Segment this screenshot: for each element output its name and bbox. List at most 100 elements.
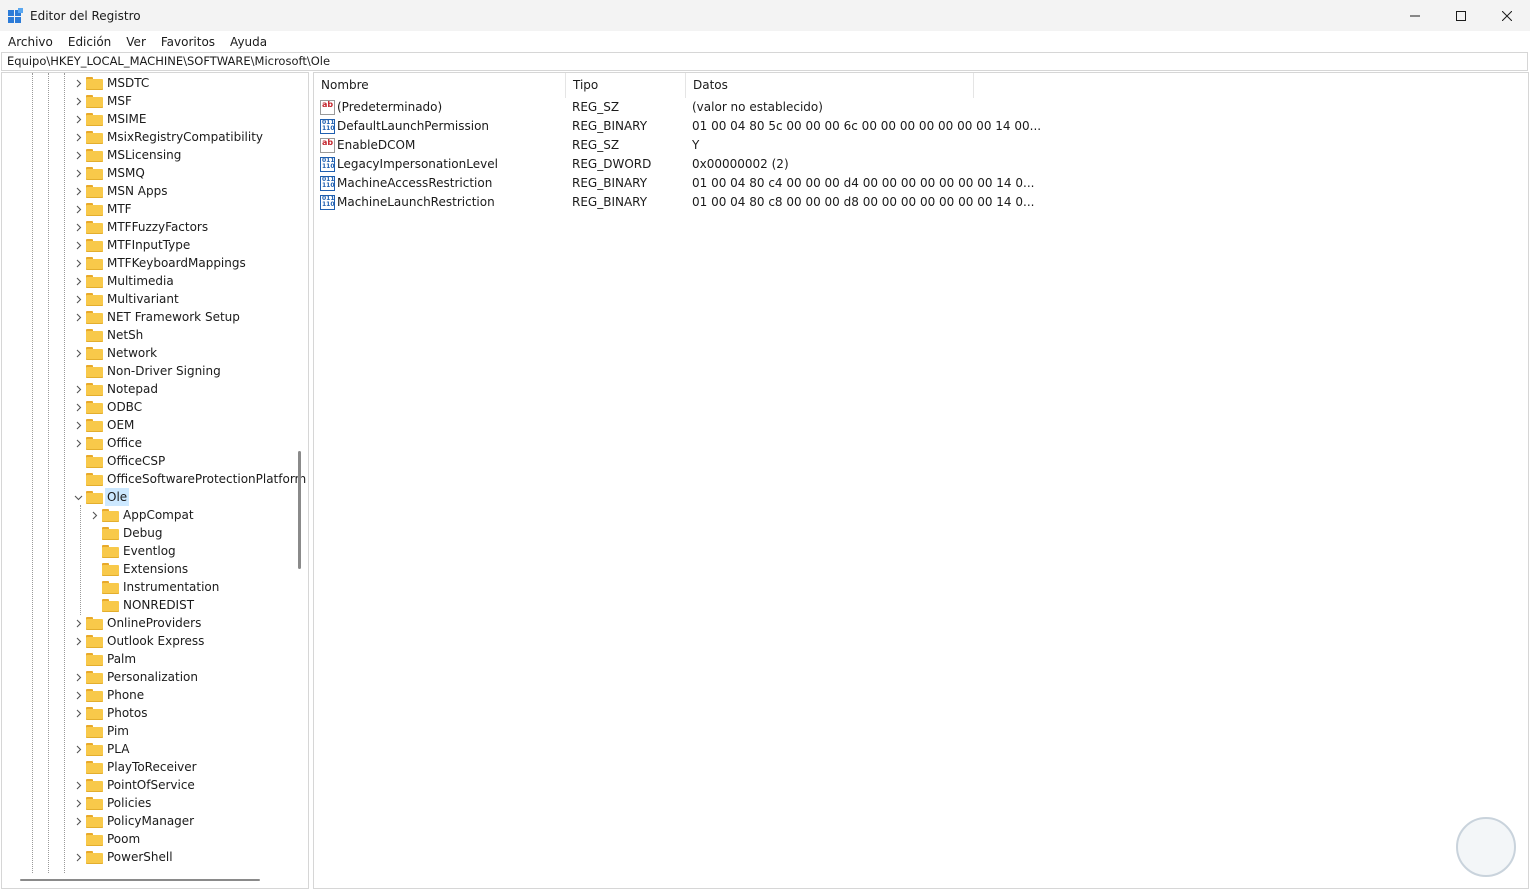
tree-item-label: Instrumentation (123, 580, 220, 594)
chevron-right-icon[interactable] (73, 384, 83, 394)
chevron-right-icon[interactable] (73, 96, 83, 106)
chevron-right-icon[interactable] (73, 402, 83, 412)
address-bar[interactable]: Equipo\HKEY_LOCAL_MACHINE\SOFTWARE\Micro… (1, 52, 1528, 71)
tree-item[interactable]: PlayToReceiver (2, 758, 302, 776)
chevron-right-icon[interactable] (73, 852, 83, 862)
tree-vertical-scrollbar[interactable] (298, 451, 301, 569)
column-header-type[interactable]: Tipo (566, 73, 686, 98)
tree-item[interactable]: Instrumentation (2, 578, 302, 596)
tree-item[interactable]: PowerShell (2, 848, 302, 866)
binary-value-icon: 011 110 (320, 157, 335, 172)
chevron-right-icon[interactable] (73, 708, 83, 718)
chevron-right-icon[interactable] (73, 78, 83, 88)
tree-item[interactable]: MSLicensing (2, 146, 302, 164)
tree-item[interactable]: PLA (2, 740, 302, 758)
tree-item[interactable]: ODBC (2, 398, 302, 416)
chevron-right-icon[interactable] (73, 204, 83, 214)
menu-archivo[interactable]: Archivo (0, 35, 60, 49)
tree-item[interactable]: PointOfService (2, 776, 302, 794)
chevron-right-icon[interactable] (73, 114, 83, 124)
tree-item[interactable]: MSN Apps (2, 182, 302, 200)
tree-item[interactable]: MTFInputType (2, 236, 302, 254)
tree-item[interactable]: MTFKeyboardMappings (2, 254, 302, 272)
folder-icon (86, 437, 103, 450)
tree-item[interactable]: NET Framework Setup (2, 308, 302, 326)
tree-item[interactable]: AppCompat (2, 506, 302, 524)
chevron-right-icon[interactable] (73, 672, 83, 682)
tree-item[interactable]: Pim (2, 722, 302, 740)
chevron-right-icon[interactable] (73, 240, 83, 250)
chevron-right-icon[interactable] (89, 510, 99, 520)
values-list-pane[interactable]: Nombre Tipo Datos ab (Predeterminado) REG_… (313, 72, 1529, 889)
tree-item[interactable]: Multimedia (2, 272, 302, 290)
tree-item[interactable]: Extensions (2, 560, 302, 578)
tree-item[interactable]: MSF (2, 92, 302, 110)
chevron-right-icon[interactable] (73, 276, 83, 286)
column-header-data[interactable]: Datos (686, 73, 974, 98)
tree-horizontal-scrollbar[interactable] (20, 879, 260, 881)
chevron-right-icon[interactable] (73, 690, 83, 700)
chevron-right-icon[interactable] (73, 348, 83, 358)
tree-item[interactable]: Palm (2, 650, 302, 668)
tree-item[interactable]: Eventlog (2, 542, 302, 560)
tree-item[interactable]: Outlook Express (2, 632, 302, 650)
menu-favoritos[interactable]: Favoritos (153, 35, 222, 49)
column-header-name[interactable]: Nombre (314, 73, 566, 98)
tree-item[interactable]: Multivariant (2, 290, 302, 308)
tree-item[interactable]: Phone (2, 686, 302, 704)
minimize-button[interactable] (1392, 0, 1438, 31)
chevron-right-icon[interactable] (73, 312, 83, 322)
tree-item[interactable]: OnlineProviders (2, 614, 302, 632)
tree-item[interactable]: PolicyManager (2, 812, 302, 830)
tree-item[interactable]: Personalization (2, 668, 302, 686)
chevron-right-icon[interactable] (73, 150, 83, 160)
table-row[interactable]: ab (Predeterminado) REG_SZ (valor no establ… (314, 98, 1014, 117)
chevron-right-icon[interactable] (73, 780, 83, 790)
tree-item[interactable]: MSDTC (2, 74, 302, 92)
tree-item[interactable]: Debug (2, 524, 302, 542)
tree-item[interactable]: Notepad (2, 380, 302, 398)
menu-ayuda[interactable]: Ayuda (222, 35, 274, 49)
table-row[interactable]: 011 110 MachineLaunchRestriction REG_BINAR… (314, 193, 1034, 212)
chevron-right-icon[interactable] (73, 798, 83, 808)
tree-item[interactable]: MTF (2, 200, 302, 218)
tree-item[interactable]: OfficeCSP (2, 452, 302, 470)
chevron-right-icon[interactable] (73, 258, 83, 268)
close-button[interactable] (1484, 0, 1530, 31)
tree-item[interactable]: Network (2, 344, 302, 362)
tree-item[interactable]: Policies (2, 794, 302, 812)
tree-item[interactable]: Photos (2, 704, 302, 722)
tree-item[interactable]: Poom (2, 830, 302, 848)
chevron-right-icon[interactable] (73, 618, 83, 628)
chevron-right-icon[interactable] (73, 186, 83, 196)
tree-item[interactable]: NetSh (2, 326, 302, 344)
table-row[interactable]: 011 110 DefaultLaunchPermission REG_BINARY… (314, 117, 1041, 136)
maximize-button[interactable] (1438, 0, 1484, 31)
key-tree-pane[interactable]: MSDTC MSF MSIME MsixRegistryCompatibility MS… (1, 72, 309, 889)
menu-edicion[interactable]: Edición (60, 35, 118, 49)
tree-item[interactable]: MSMQ (2, 164, 302, 182)
tree-item[interactable]: MTFFuzzyFactors (2, 218, 302, 236)
tree-item[interactable]: MsixRegistryCompatibility (2, 128, 302, 146)
chevron-right-icon[interactable] (73, 816, 83, 826)
chevron-down-icon[interactable] (73, 492, 83, 502)
chevron-right-icon[interactable] (73, 132, 83, 142)
table-row[interactable]: 011 110 LegacyImpersonationLevel REG_DWORD… (314, 155, 1014, 174)
chevron-right-icon[interactable] (73, 420, 83, 430)
menu-ver[interactable]: Ver (118, 35, 153, 49)
chevron-right-icon[interactable] (73, 636, 83, 646)
tree-item[interactable]: MSIME (2, 110, 302, 128)
chevron-right-icon[interactable] (73, 294, 83, 304)
table-row[interactable]: 011 110 MachineAccessRestriction REG_BINAR… (314, 174, 1034, 193)
chevron-right-icon[interactable] (73, 222, 83, 232)
chevron-right-icon[interactable] (73, 438, 83, 448)
table-row[interactable]: ab EnableDCOM REG_SZ Y (314, 136, 1014, 155)
tree-item[interactable]: Ole (2, 488, 302, 506)
tree-item[interactable]: Non-Driver Signing (2, 362, 302, 380)
tree-item[interactable]: NONREDIST (2, 596, 302, 614)
tree-item[interactable]: Office (2, 434, 302, 452)
tree-item[interactable]: OfficeSoftwareProtectionPlatform (2, 470, 306, 488)
chevron-right-icon[interactable] (73, 168, 83, 178)
chevron-right-icon[interactable] (73, 744, 83, 754)
tree-item[interactable]: OEM (2, 416, 302, 434)
